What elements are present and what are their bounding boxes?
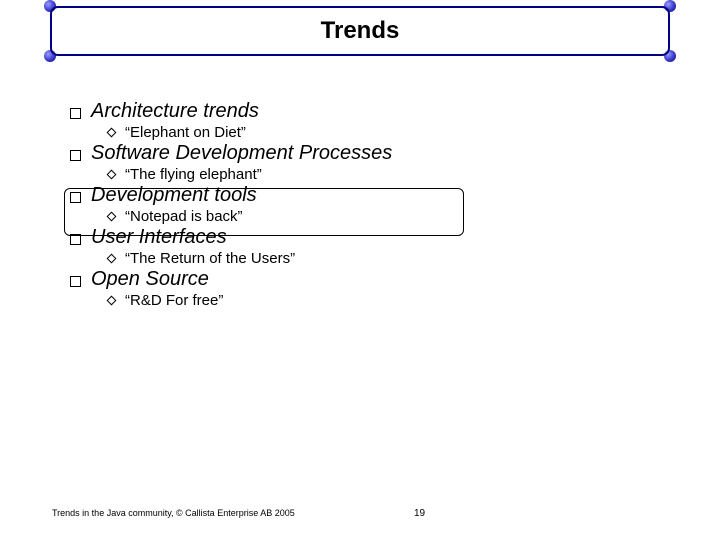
list-item: Architecture trends “Elephant on Diet”: [70, 100, 650, 141]
diamond-bullet-icon: [107, 254, 117, 264]
footer: Trends in the Java community, © Callista…: [52, 508, 672, 518]
list-item: Development tools “Notepad is back”: [70, 184, 650, 225]
item-heading: Architecture trends: [91, 100, 259, 123]
footer-text: Trends in the Java community, © Callista…: [52, 508, 295, 518]
square-bullet-icon: [70, 276, 81, 287]
item-subtext: “Notepad is back”: [125, 208, 243, 225]
diamond-bullet-icon: [107, 170, 117, 180]
item-subtext: “The Return of the Users”: [125, 250, 295, 267]
item-heading: User Interfaces: [91, 226, 227, 249]
diamond-bullet-icon: [107, 128, 117, 138]
item-heading: Software Development Processes: [91, 142, 392, 165]
square-bullet-icon: [70, 234, 81, 245]
item-heading: Development tools: [91, 184, 257, 207]
title-box: Trends: [50, 6, 670, 56]
list-item: Software Development Processes “The flyi…: [70, 142, 650, 183]
item-subtext: “R&D For free”: [125, 292, 223, 309]
list-item: Open Source “R&D For free”: [70, 268, 650, 309]
square-bullet-icon: [70, 108, 81, 119]
diamond-bullet-icon: [107, 296, 117, 306]
list-item: User Interfaces “The Return of the Users…: [70, 226, 650, 267]
content-area: Architecture trends “Elephant on Diet” S…: [70, 100, 650, 310]
item-heading: Open Source: [91, 268, 209, 291]
square-bullet-icon: [70, 150, 81, 161]
item-subtext: “Elephant on Diet”: [125, 124, 246, 141]
square-bullet-icon: [70, 192, 81, 203]
page-number: 19: [414, 508, 425, 519]
diamond-bullet-icon: [107, 212, 117, 222]
slide-title: Trends: [321, 17, 400, 45]
item-subtext: “The flying elephant”: [125, 166, 262, 183]
